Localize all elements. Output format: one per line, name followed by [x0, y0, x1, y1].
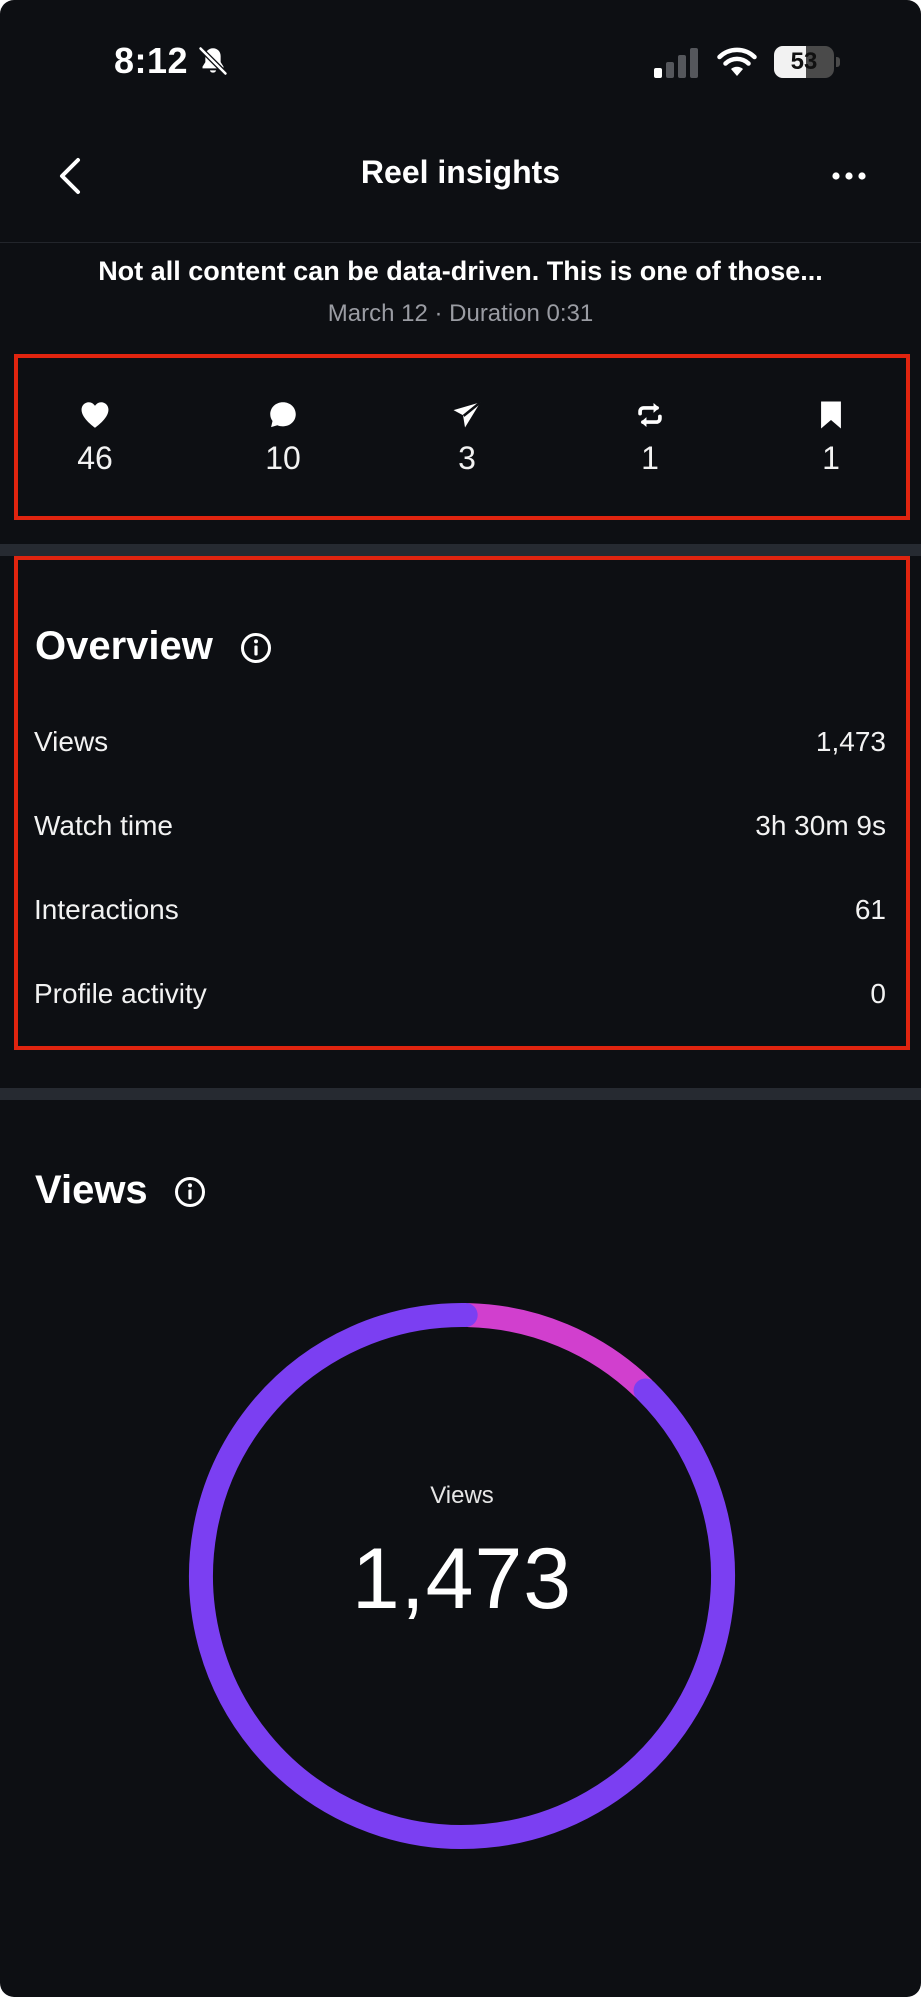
- heart-icon: [81, 402, 109, 428]
- info-icon[interactable]: [174, 1176, 206, 1208]
- overview-row-value: 0: [870, 978, 886, 1009]
- overview-row-views: Views 1,473: [34, 726, 886, 766]
- info-icon[interactable]: [240, 632, 272, 664]
- overview-row-label: Interactions: [34, 894, 179, 925]
- saves-count: 1: [822, 440, 840, 476]
- donut-center-value: 1,473: [351, 1531, 573, 1627]
- send-paper-plane-icon: [453, 401, 482, 428]
- overview-row-value: 1,473: [815, 726, 886, 757]
- reel-insights-screen: 8:12 53 Reel insights Not all content ca…: [0, 0, 921, 1997]
- reel-date-duration: March 12 · Duration 0:31: [327, 300, 594, 327]
- reposts-count: 1: [641, 440, 659, 476]
- status-time: 8:12: [114, 40, 189, 81]
- battery-indicator: 53: [774, 46, 840, 78]
- shares-stat: 3: [407, 398, 527, 498]
- bell-off-icon: [197, 45, 229, 77]
- more-options-icon[interactable]: [820, 156, 880, 196]
- page-title: Reel insights: [360, 154, 561, 190]
- overview-row-value: 3h 30m 9s: [755, 810, 886, 841]
- status-bar: 8:12 53: [0, 0, 921, 120]
- overview-row-label: Profile activity: [34, 978, 207, 1009]
- bookmark-icon: [821, 401, 841, 429]
- overview-row-interactions: Interactions 61: [34, 894, 886, 934]
- overview-row-profile-activity: Profile activity 0: [34, 978, 886, 1018]
- reel-caption: Not all content can be data-driven. This…: [98, 256, 823, 286]
- likes-count: 46: [77, 440, 113, 476]
- overview-row-watch-time: Watch time 3h 30m 9s: [34, 810, 886, 850]
- reposts-stat: 1: [590, 398, 710, 498]
- battery-percentage: 53: [790, 48, 818, 75]
- repost-icon: [638, 402, 662, 428]
- shares-count: 3: [458, 440, 476, 476]
- comments-stat: 10: [223, 398, 343, 498]
- overview-row-label: Views: [34, 726, 109, 757]
- comments-count: 10: [265, 440, 301, 476]
- wifi-icon: [717, 47, 757, 76]
- engagement-stats: 46 10 3 1 1: [14, 354, 910, 520]
- overview-title: Overview: [35, 624, 213, 668]
- views-title: Views: [35, 1168, 148, 1212]
- cellular-signal-icon: [654, 48, 698, 78]
- section-divider: [0, 544, 921, 556]
- nav-bar: Reel insights: [0, 120, 921, 243]
- comment-bubble-icon: [270, 402, 296, 428]
- overview-row-label: Watch time: [34, 810, 173, 841]
- donut-segment-0: [456, 1303, 656, 1401]
- likes-stat: 46: [35, 398, 155, 498]
- overview-section: Overview Views 1,473 Watch time 3h 30m 9…: [14, 556, 910, 1050]
- saves-stat: 1: [771, 398, 891, 498]
- overview-row-value: 61: [854, 894, 886, 925]
- donut-center-label: Views: [430, 1482, 494, 1509]
- section-divider: [0, 1088, 921, 1100]
